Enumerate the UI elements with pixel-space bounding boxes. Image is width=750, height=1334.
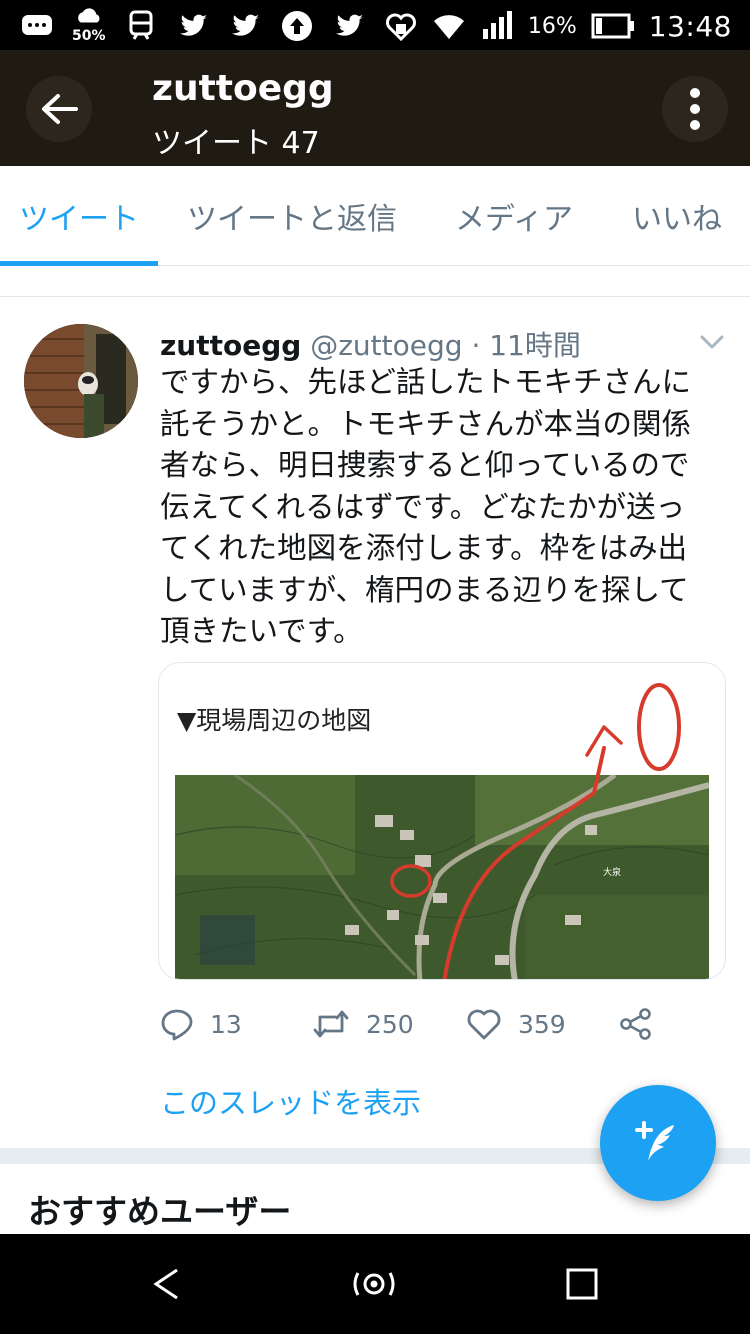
tweet-line: 頂きたいです。 [160,614,363,648]
nav-recents-icon [566,1268,598,1300]
heart-sync-icon [385,13,416,42]
status-bar-left: 50% [20,6,366,46]
battery-percent: 16% [527,13,577,39]
tweet-timestamp: 11時間 [489,329,581,362]
reply-icon [161,1009,193,1041]
tweet-line: 者なら、明日捜索すると仰っているので [160,448,690,482]
separator-dot: · [471,329,481,362]
twitter-icon [336,14,363,36]
tab-likes[interactable]: いいね [612,166,742,266]
tab-label: いいね [632,202,722,237]
tab-label: メディア [455,202,573,237]
author-name[interactable]: zuttoegg [160,329,301,362]
profile-title: zuttoegg [152,68,334,109]
more-options-button[interactable] [662,76,728,142]
tweet-line: していますが、楕円のまる辺りを探して [160,572,689,607]
tab-label: ツイート [19,202,139,237]
chevron-down-icon[interactable] [698,332,726,352]
more-vertical-icon [690,88,700,130]
tweet-actions: 13 250 359 [160,1004,680,1044]
retweet-count: 250 [366,1009,414,1039]
media-card[interactable]: ▼現場周辺の地図 大泉 [158,662,726,980]
avatar-image [24,324,138,438]
active-tab-indicator [0,261,158,266]
signal-icon [482,11,512,39]
like-count: 359 [518,1009,566,1039]
back-button[interactable] [26,76,92,142]
weather-icon: 50% [72,6,106,46]
show-thread-link[interactable]: このスレッドを表示 [160,1080,421,1122]
tweet-text: ですから、先ほど話したトモキチさんに 託そうかと。トモキチさんが本当の関係 者な… [160,362,730,653]
twitter-icon [180,14,207,36]
message-icon [22,15,52,35]
app-bar: zuttoegg ツイート 47 [0,50,750,166]
tweet-line: てくれた地図を添付します。枠をはみ出 [160,531,688,565]
status-bar: 50% 16% 13:48 [0,0,750,50]
tweet-header: zuttoegg @zuttoegg · 11時間 [160,324,581,364]
battery-icon [591,13,634,39]
reply-button[interactable]: 13 [160,1004,242,1044]
compose-tweet-button[interactable] [600,1085,716,1201]
tweet[interactable]: zuttoegg @zuttoegg · 11時間 ですから、先ほど話したトモキ… [0,298,750,1148]
nav-back-icon [153,1268,178,1300]
nav-home-button[interactable] [350,1260,398,1308]
system-nav-bar [0,1234,750,1334]
tweet-line: 託そうかと。トモキチさんが本当の関係 [160,406,692,441]
retweet-button[interactable]: 250 [312,1004,414,1044]
profile-tabs: ツイート ツイートと返信 メディア いいね [0,166,750,266]
tab-label: ツイートと返信 [187,202,397,237]
weather-percent: 50% [72,28,106,44]
recommended-users-title: おすすめユーザー [28,1192,292,1231]
status-bar-right: 16% 13:48 [384,6,732,46]
heart-icon [467,1009,501,1040]
retweet-icon [313,1010,349,1038]
reply-count: 13 [210,1009,242,1039]
share-button[interactable] [618,1004,654,1044]
twitter-icon [232,14,259,36]
nav-recents-button[interactable] [558,1260,606,1308]
nav-home-icon [353,1272,395,1296]
divider [0,267,750,297]
nav-back-button[interactable] [142,1260,190,1308]
train-icon [129,10,153,40]
red-annotation-overlay [390,683,681,979]
clock: 13:48 [648,9,732,43]
wifi-icon [433,15,464,39]
author-handle[interactable]: @zuttoegg [310,329,462,362]
upload-icon [282,11,312,41]
tab-tweets-and-replies[interactable]: ツイートと返信 [166,166,418,266]
tab-media[interactable]: メディア [438,166,590,266]
like-button[interactable]: 359 [466,1004,566,1044]
tweet-line: ですから、先ほど話したトモキチさんに [160,365,692,399]
compose-quill-icon [635,1121,674,1161]
tweet-count: ツイート 47 [152,126,320,161]
avatar[interactable] [24,324,138,438]
tweet-line: 伝えてくれるはずです。どなたかが送っ [160,489,686,524]
arrow-left-icon [42,94,78,124]
tab-tweets[interactable]: ツイート [0,166,158,266]
share-icon [620,1008,651,1040]
